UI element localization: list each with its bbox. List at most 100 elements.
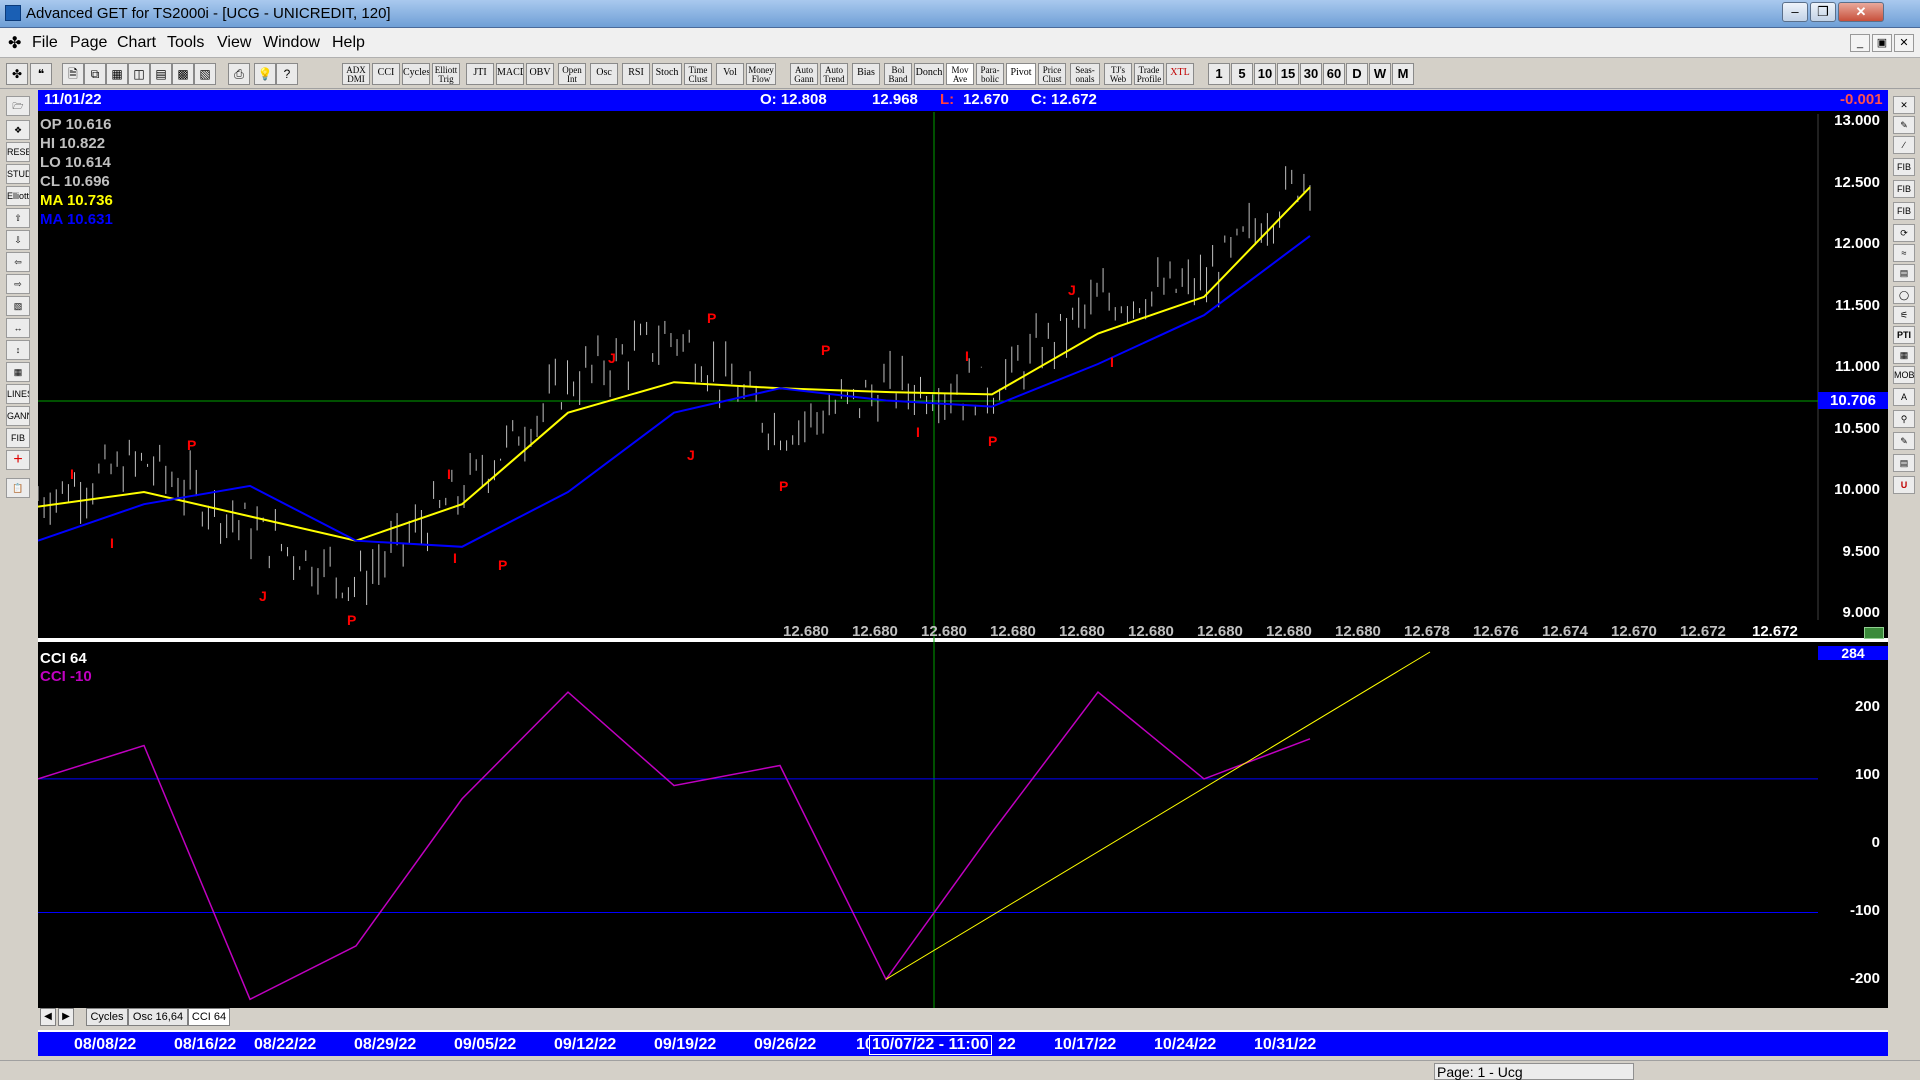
arrow-up-icon[interactable]: ⇧ [6, 208, 30, 228]
fib-icon[interactable]: FIB [6, 428, 30, 448]
study-money-flow[interactable]: Money Flow [746, 63, 776, 85]
cascade-icon[interactable]: ▤ [150, 63, 172, 85]
new-page-icon[interactable]: 🗎 [62, 63, 84, 85]
study-stoch[interactable]: Stoch [652, 63, 682, 85]
gann-icon[interactable]: GANN [6, 406, 30, 426]
study-macd[interactable]: MACD [496, 63, 524, 85]
spiral-icon[interactable]: ⟳ [1893, 224, 1915, 242]
interval-15[interactable]: 15 [1277, 63, 1299, 85]
minimize-button[interactable]: – [1782, 2, 1808, 22]
interval-30[interactable]: 30 [1300, 63, 1322, 85]
menu-page[interactable]: Page [70, 34, 107, 52]
study-cci[interactable]: CCI [372, 63, 400, 85]
grid-tool-icon[interactable]: ▦ [1893, 346, 1915, 364]
hint-icon[interactable]: 💡 [254, 63, 276, 85]
text-tool-icon[interactable]: A [1893, 388, 1915, 406]
study-seasonals[interactable]: Seas-onals [1070, 63, 1100, 85]
menu-help[interactable]: Help [332, 34, 365, 52]
chart-window[interactable]: 11/01/22 O: 12.808 12.968 L: 12.670 C: 1… [38, 90, 1888, 1010]
zoom-icon[interactable]: ⚲ [1893, 410, 1915, 428]
study-trade-profile[interactable]: Trade Profile [1134, 63, 1164, 85]
paint-icon[interactable]: ✎ [1893, 432, 1915, 450]
study-vol[interactable]: Vol [716, 63, 744, 85]
interval-weekly[interactable]: W [1369, 63, 1391, 85]
fib-ext-icon[interactable]: FIB [1893, 180, 1915, 198]
expand-horizontal-icon[interactable]: ↔ [6, 318, 30, 338]
arrow-down-icon[interactable]: ⇩ [6, 230, 30, 250]
pti-icon[interactable]: PTI [1893, 326, 1915, 344]
menu-window[interactable]: Window [263, 34, 320, 52]
arrow-right-icon[interactable]: ⇨ [6, 274, 30, 294]
menu-tools[interactable]: Tools [167, 34, 204, 52]
interval-monthly[interactable]: M [1392, 63, 1414, 85]
menu-chart[interactable]: Chart [117, 34, 156, 52]
menu-view[interactable]: View [217, 34, 251, 52]
pin-icon[interactable]: ✤ [8, 33, 21, 53]
interval-1[interactable]: 1 [1208, 63, 1230, 85]
tile-icon[interactable]: ◫ [128, 63, 150, 85]
scroll-arrow-icon[interactable] [1864, 627, 1884, 639]
pitchfork-icon[interactable]: ⚟ [1893, 306, 1915, 324]
study-auto-gann[interactable]: Auto Gann [790, 63, 818, 85]
grid-icon[interactable]: ▩ [172, 63, 194, 85]
tab-scroll-right-icon[interactable]: ▶ [58, 1008, 74, 1026]
study-bias[interactable]: Bias [852, 63, 880, 85]
study-auto-trend[interactable]: Auto Trend [820, 63, 848, 85]
mob-icon[interactable]: MOB [1893, 366, 1915, 384]
fib-time-icon[interactable]: FIB [1893, 202, 1915, 220]
study-elliott-trig[interactable]: Elliott Trig [432, 63, 460, 85]
study-price-clust[interactable]: Price Clust [1038, 63, 1066, 85]
study-bol-band[interactable]: Bol Band [884, 63, 912, 85]
study-open-int[interactable]: Open Int [558, 63, 586, 85]
mdi-minimize-button[interactable]: _ [1850, 34, 1870, 52]
study-osc[interactable]: Osc [590, 63, 618, 85]
close-chart-icon[interactable]: ✕ [1893, 96, 1915, 114]
help-icon[interactable]: ? [276, 63, 298, 85]
tab-cci[interactable]: CCI 64 [188, 1008, 230, 1026]
arrow-left-icon[interactable]: ⇦ [6, 252, 30, 272]
reset-icon[interactable]: RESET [6, 142, 30, 162]
lines-icon[interactable]: LINES [6, 384, 30, 404]
interval-10[interactable]: 10 [1254, 63, 1276, 85]
trendline-icon[interactable]: ∕ [1893, 136, 1915, 154]
study-mov-ave[interactable]: Mov Ave [946, 63, 974, 85]
interval-5[interactable]: 5 [1231, 63, 1253, 85]
study-xtl[interactable]: XTL [1166, 63, 1194, 85]
channel-icon[interactable]: ▤ [1893, 264, 1915, 282]
study-donch[interactable]: Donch [914, 63, 944, 85]
study-icon[interactable]: STUDY [6, 164, 30, 184]
fan-icon[interactable]: ≈ [1893, 244, 1915, 262]
table-icon[interactable]: ▦ [6, 362, 30, 382]
study-parabolic[interactable]: Para-bolic [976, 63, 1004, 85]
crosshair-icon[interactable]: + [6, 450, 30, 470]
mdi-close-button[interactable]: ✕ [1894, 34, 1914, 52]
study-rsi[interactable]: RSI [622, 63, 650, 85]
tab-scroll-left-icon[interactable]: ◀ [40, 1008, 56, 1026]
study-adx-dmi[interactable]: ADX DMI [342, 63, 370, 85]
study-cycles[interactable]: Cycles [402, 63, 430, 85]
tab-osc[interactable]: Osc 16,64 [128, 1008, 188, 1026]
pencil-icon[interactable]: ✎ [1893, 116, 1915, 134]
maximize-button[interactable]: ❐ [1810, 2, 1836, 22]
layout-icon[interactable]: ▦ [106, 63, 128, 85]
copy-icon[interactable]: ⧉ [84, 63, 106, 85]
u-icon[interactable]: U [1893, 476, 1915, 494]
tab-cycles[interactable]: Cycles [86, 1008, 128, 1026]
study-obv[interactable]: OBV [526, 63, 554, 85]
print-icon[interactable]: ⎙ [228, 63, 250, 85]
close-button[interactable]: ✕ [1838, 2, 1884, 22]
study-tool-icon[interactable]: ❖ [6, 120, 30, 140]
interval-60[interactable]: 60 [1323, 63, 1345, 85]
interval-daily[interactable]: D [1346, 63, 1368, 85]
study-time-clust[interactable]: Time Clust [684, 63, 712, 85]
open-folder-icon[interactable]: 🗁 [6, 96, 30, 116]
study-tjs-web[interactable]: TJ's Web [1104, 63, 1132, 85]
quote-icon[interactable]: ❝ [30, 63, 52, 85]
mdi-restore-button[interactable]: ▣ [1872, 34, 1892, 52]
clipboard-icon[interactable]: 📋 [6, 478, 30, 498]
bars-icon[interactable]: ▧ [6, 296, 30, 316]
elliott-icon[interactable]: Elliott [6, 186, 30, 206]
pin-tool-icon[interactable]: ✤ [6, 63, 28, 85]
chart-settings-icon[interactable]: ▤ [1893, 454, 1915, 472]
ellipse-icon[interactable]: ◯ [1893, 286, 1915, 304]
